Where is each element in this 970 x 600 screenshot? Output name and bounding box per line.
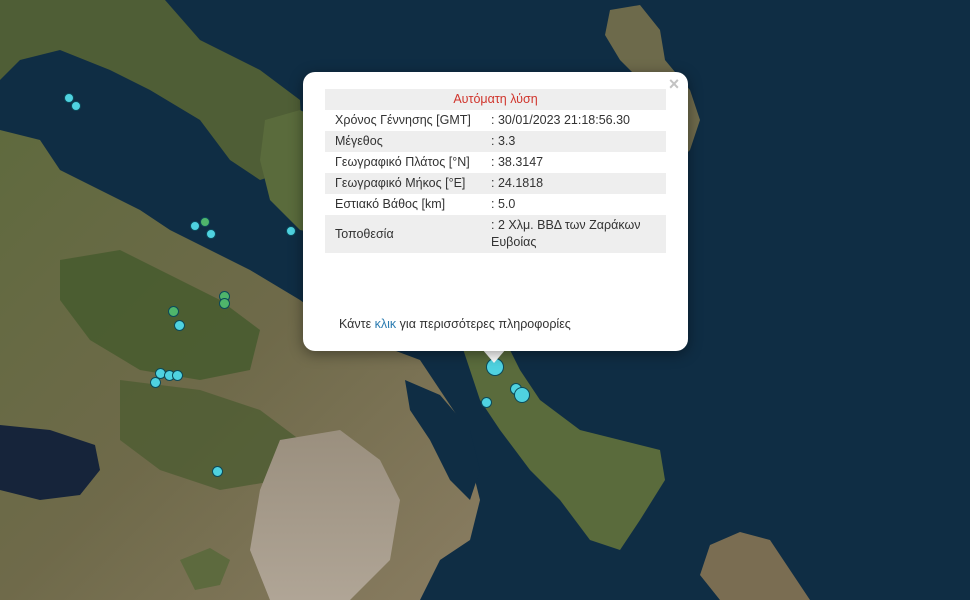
earthquake-details-table: Αυτόματη λύση Χρόνος Γέννησης [GMT] : 30… bbox=[325, 89, 666, 253]
earthquake-marker-icon[interactable] bbox=[286, 226, 296, 236]
more-info-text: Κάντε κλικ για περισσότερες πληροφορίες bbox=[339, 317, 571, 331]
magnitude-value: : 3.3 bbox=[491, 134, 516, 148]
longitude-value: : 24.1818 bbox=[491, 176, 544, 190]
earthquake-marker-icon[interactable] bbox=[168, 306, 179, 317]
earthquake-marker-icon[interactable] bbox=[172, 370, 183, 381]
earthquake-marker-icon[interactable] bbox=[514, 387, 530, 403]
more-info-suffix: για περισσότερες πληροφορίες bbox=[396, 317, 571, 331]
location-value: : 2 Χλμ. ΒΒΔ των Ζαράκων Ευβοίας bbox=[491, 218, 641, 249]
map-view[interactable]: × Αυτόματη λύση Χρόνος Γέννησης [GMT] : … bbox=[0, 0, 970, 600]
popup-tip bbox=[482, 349, 506, 363]
earthquake-marker-icon[interactable] bbox=[174, 320, 185, 331]
earthquake-marker-icon[interactable] bbox=[481, 397, 492, 408]
depth-value: : 5.0 bbox=[491, 197, 516, 211]
earthquake-marker-icon[interactable] bbox=[190, 221, 200, 231]
depth-label: Εστιακό Βάθος [km] bbox=[335, 197, 446, 211]
magnitude-label: Μέγεθος bbox=[335, 134, 383, 148]
earthquake-marker-icon[interactable] bbox=[200, 217, 210, 227]
more-info-link[interactable]: κλικ bbox=[375, 317, 397, 331]
origin-time-value: : 30/01/2023 21:18:56.30 bbox=[491, 113, 631, 127]
earthquake-marker-icon[interactable] bbox=[219, 298, 230, 309]
close-icon[interactable]: × bbox=[666, 75, 682, 93]
earthquake-marker-icon[interactable] bbox=[150, 377, 161, 388]
earthquake-popup: × Αυτόματη λύση Χρόνος Γέννησης [GMT] : … bbox=[303, 72, 688, 351]
latitude-value: : 38.3147 bbox=[491, 155, 544, 169]
earthquake-marker-icon[interactable] bbox=[212, 466, 223, 477]
latitude-label: Γεωγραφικό Πλάτος [°N] bbox=[335, 155, 470, 169]
more-info-prefix: Κάντε bbox=[339, 317, 375, 331]
earthquake-marker-icon[interactable] bbox=[71, 101, 81, 111]
earthquake-marker-icon[interactable] bbox=[206, 229, 216, 239]
popup-title: Αυτόματη λύση bbox=[325, 89, 666, 110]
location-label: Τοποθεσία bbox=[335, 226, 394, 241]
origin-time-label: Χρόνος Γέννησης [GMT] bbox=[335, 113, 471, 127]
longitude-label: Γεωγραφικό Μήκος [°E] bbox=[335, 176, 466, 190]
